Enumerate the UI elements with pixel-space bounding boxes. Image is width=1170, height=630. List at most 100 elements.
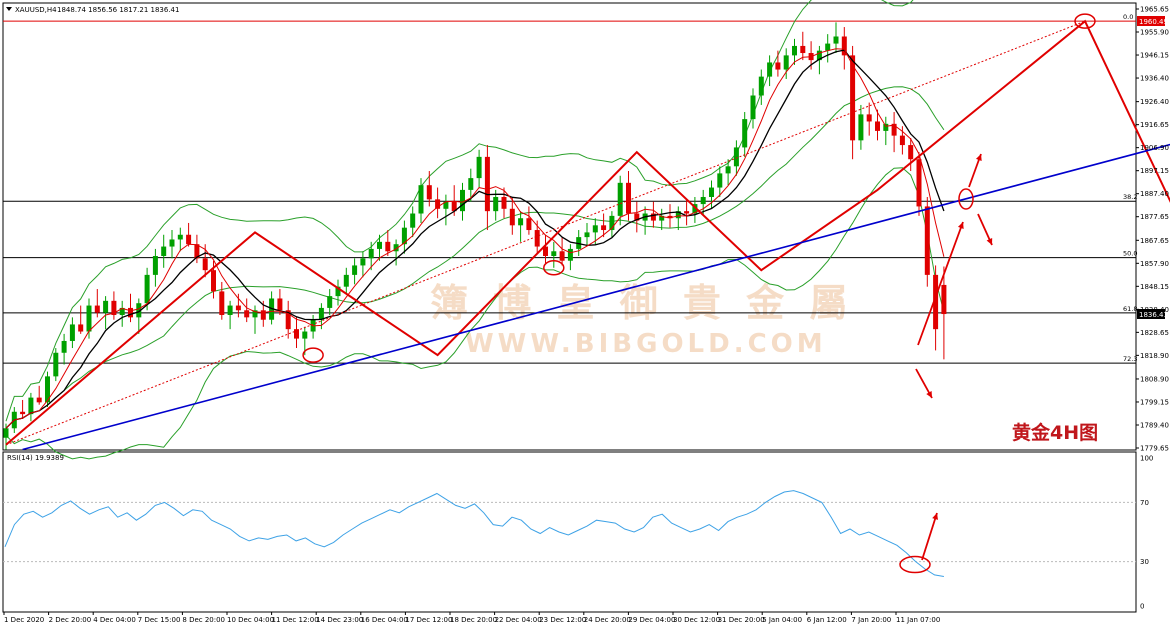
candle-body <box>343 274 349 287</box>
time-tick-label: 11 Jan 07:00 <box>896 616 940 624</box>
price-tick-label: 1877.65 <box>1140 213 1169 221</box>
candle-body <box>617 182 623 216</box>
candle-body <box>260 310 266 320</box>
candle-body <box>69 324 75 341</box>
time-tick-label: 16 Dec 04:00 <box>361 616 408 624</box>
rsi-tick-label: 100 <box>1140 455 1153 463</box>
fib-level-label: 72.3 <box>1123 355 1137 363</box>
candle-body <box>460 189 465 212</box>
price-tick-label: 1916.65 <box>1140 121 1169 129</box>
chart-annotation: 黄金4H图 <box>1012 421 1098 444</box>
candle-body <box>858 114 864 141</box>
candle-body <box>941 284 947 315</box>
price-tick-label: 1818.90 <box>1140 352 1169 360</box>
rsi-tick-label: 70 <box>1140 499 1149 507</box>
candle-body <box>219 291 225 316</box>
time-tick-label: 18 Dec 20:00 <box>450 616 497 624</box>
time-tick-label: 17 Dec 12:00 <box>405 616 452 624</box>
price-tick-label: 1867.65 <box>1140 237 1169 245</box>
candle-body <box>601 225 607 231</box>
fib-level-label: 61.8 <box>1123 305 1137 313</box>
time-tick-label: 22 Dec 04:00 <box>495 616 542 624</box>
candle-body <box>28 397 34 415</box>
price-tick-label: 1887.40 <box>1140 190 1169 198</box>
candle-body <box>567 248 573 261</box>
candle-body <box>61 340 67 353</box>
price-tick-label: 1848.15 <box>1140 283 1169 291</box>
candle-body <box>916 159 922 207</box>
time-tick-label: 31 Dec 20:00 <box>718 616 765 624</box>
candle-body <box>235 305 241 311</box>
candle-body <box>833 36 839 44</box>
candle-body <box>128 307 133 318</box>
candle-body <box>211 270 216 292</box>
candle-body <box>468 178 474 190</box>
candle-body <box>20 411 26 415</box>
candle-body <box>318 307 324 320</box>
candle-body <box>352 265 358 275</box>
rsi-tick-label: 30 <box>1140 558 1149 566</box>
candle-body <box>53 352 59 377</box>
candle-body <box>410 213 416 228</box>
time-tick-label: 6 Jan 12:00 <box>807 616 847 624</box>
candle-body <box>518 218 524 226</box>
price-tick-label: 1789.40 <box>1140 421 1169 429</box>
candle-body <box>360 258 366 266</box>
candle-body <box>551 251 557 256</box>
candle-body <box>758 76 764 96</box>
time-tick-label: 24 Dec 20:00 <box>584 616 631 624</box>
candle-body <box>742 119 748 148</box>
time-tick-label: 30 Dec 12:00 <box>673 616 720 624</box>
chart-root: 簿 博 皇 御 貴 金 屬 WWW.BIBGOLD.COM 0.0 38.2 50.… <box>0 0 1170 630</box>
candle-body <box>103 300 109 313</box>
candle-body <box>908 145 914 160</box>
candle-body <box>426 185 432 200</box>
rsi-label: RSI(14) 19.9389 <box>7 454 64 462</box>
candle-body <box>684 211 690 214</box>
candle-body <box>244 310 250 318</box>
time-tick-label: 11 Dec 12:00 <box>272 616 319 624</box>
candle-body <box>559 251 565 261</box>
fib-level-label: 0.0 <box>1123 13 1133 21</box>
candle-body <box>709 187 714 197</box>
candle-body <box>202 258 208 271</box>
time-tick-label: 5 Jan 04:00 <box>762 616 802 624</box>
candle-body <box>36 397 42 403</box>
symbol-label: XAUUSD,H4 <box>15 6 57 14</box>
time-tick-label: 14 Dec 23:00 <box>316 616 363 624</box>
ohlc-label: 1848.74 1856.56 1817.21 1836.41 <box>57 6 179 14</box>
time-tick-label: 23 Dec 12:00 <box>539 616 586 624</box>
candle-body <box>924 206 930 275</box>
price-tick-label: 1799.15 <box>1140 398 1169 406</box>
candle-body <box>899 135 905 146</box>
candle-body <box>626 182 631 214</box>
candle-body <box>526 218 532 231</box>
price-tick-label: 1857.90 <box>1140 260 1169 268</box>
watermark-chinese: 簿 博 皇 御 貴 金 屬 <box>430 281 853 325</box>
candle-body <box>186 234 192 245</box>
time-tick-label: 7 Dec 15:00 <box>138 616 181 624</box>
candle-body <box>800 45 806 54</box>
time-tick-label: 29 Dec 04:00 <box>628 616 675 624</box>
price-tick-label: 1828.65 <box>1140 329 1169 337</box>
time-tick-label: 1 Dec 2020 <box>4 616 44 624</box>
candle-body <box>169 239 175 247</box>
candle-body <box>883 123 889 131</box>
time-tick-label: 8 Dec 20:00 <box>182 616 225 624</box>
candle-body <box>3 428 9 438</box>
price-tick-label: 1955.90 <box>1140 29 1169 37</box>
candle-body <box>418 185 424 214</box>
candle-body <box>700 196 706 205</box>
candle-body <box>227 305 233 316</box>
price-tick-label: 1946.15 <box>1140 52 1169 60</box>
candle-body <box>78 324 84 332</box>
candle-body <box>584 232 590 238</box>
candle-body <box>792 45 797 56</box>
candle-body <box>866 114 872 122</box>
price-tick-label: 1779.65 <box>1140 445 1169 453</box>
top-price-tag: 1960.49 <box>1139 18 1168 26</box>
fib-level-label: 38.2 <box>1123 193 1137 201</box>
candle-body <box>86 305 92 332</box>
candle-body <box>152 255 158 275</box>
candle-body <box>484 156 490 212</box>
